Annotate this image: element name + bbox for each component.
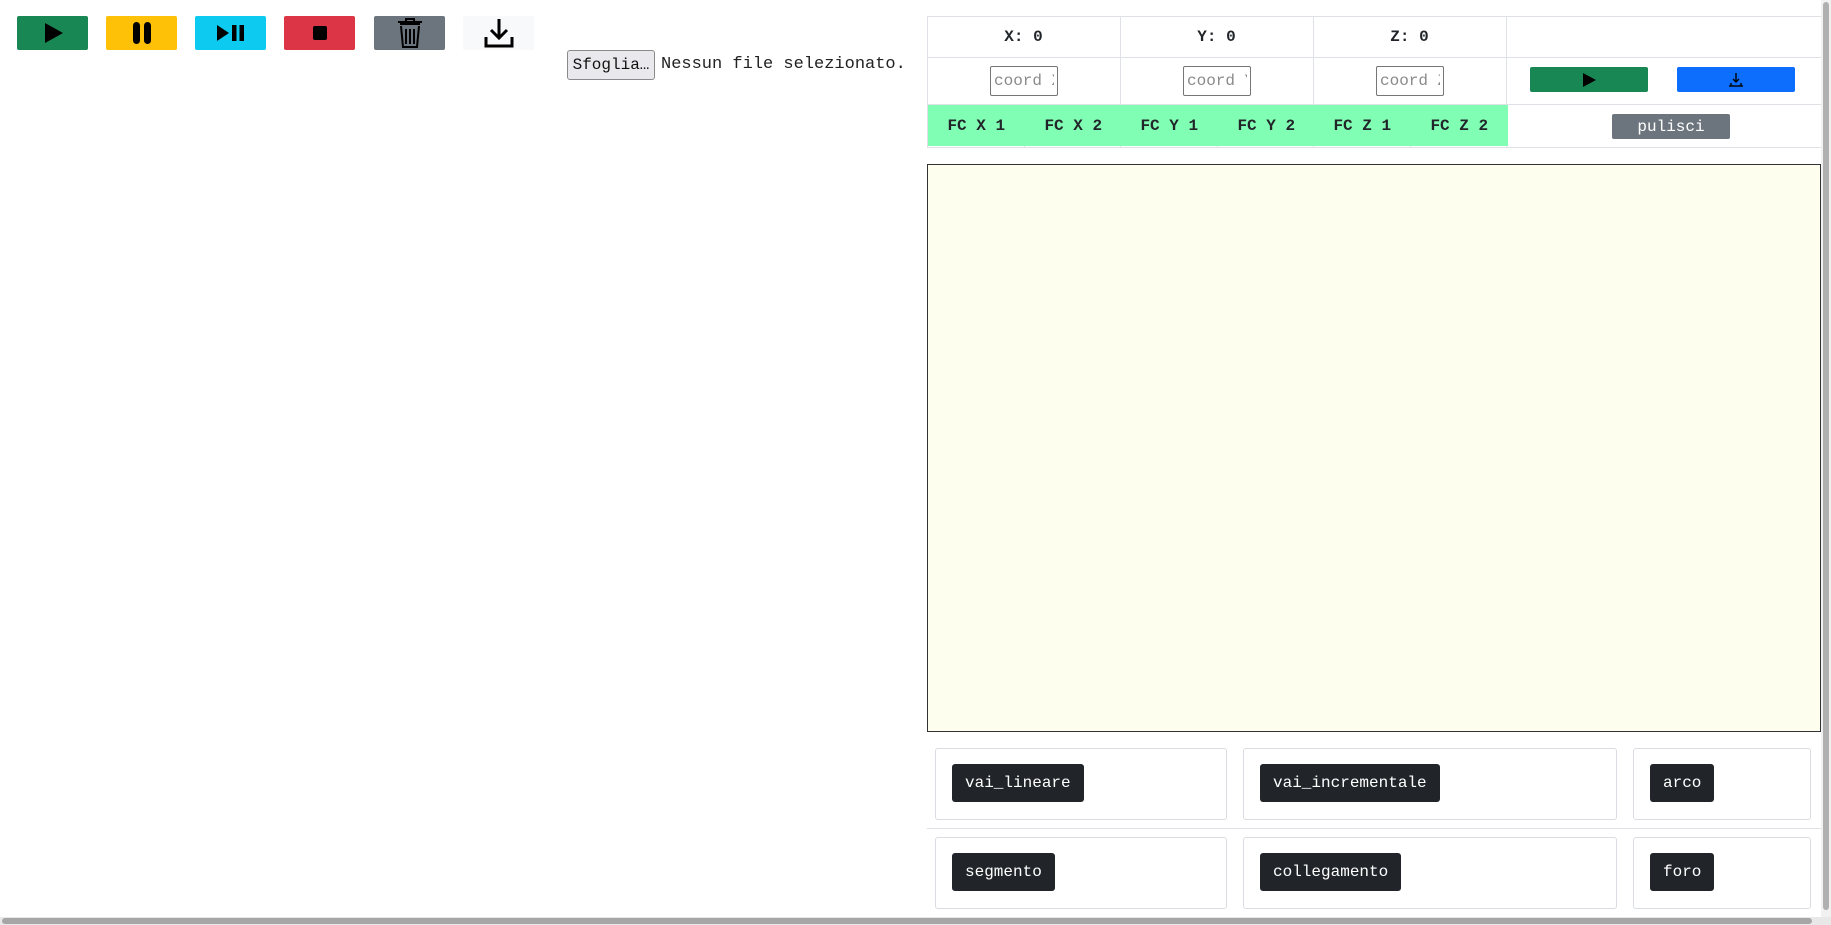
play-icon bbox=[44, 23, 63, 43]
home-icon bbox=[1729, 72, 1743, 87]
limit-switch-x1: FC X 1 bbox=[928, 105, 1025, 146]
horizontal-scrollbar-thumb[interactable] bbox=[2, 918, 1812, 924]
play-icon bbox=[1583, 72, 1596, 87]
segmento-button[interactable]: segmento bbox=[952, 853, 1055, 891]
limit-switch-y2: FC Y 2 bbox=[1218, 105, 1315, 146]
foro-button[interactable]: foro bbox=[1650, 853, 1715, 891]
trash-icon bbox=[397, 18, 422, 48]
limit-switch-y1: FC Y 1 bbox=[1121, 105, 1218, 146]
arco-button[interactable]: arco bbox=[1650, 764, 1715, 802]
coord-x-input[interactable] bbox=[990, 66, 1058, 96]
collegamento-button[interactable]: collegamento bbox=[1260, 853, 1402, 891]
stop-button[interactable] bbox=[284, 16, 355, 50]
delete-button[interactable] bbox=[374, 16, 445, 50]
coord-z-input[interactable] bbox=[1376, 66, 1444, 96]
download-button[interactable] bbox=[463, 16, 534, 50]
limit-switch-x2: FC X 2 bbox=[1025, 105, 1122, 146]
vai-lineare-button[interactable]: vai_lineare bbox=[952, 764, 1084, 802]
clear-button[interactable]: pulisci bbox=[1612, 114, 1730, 139]
limit-switch-z1: FC Z 1 bbox=[1314, 105, 1411, 146]
x-position-label: X: 0 bbox=[1004, 28, 1043, 46]
pause-button[interactable] bbox=[106, 16, 177, 50]
pause-icon bbox=[132, 22, 151, 44]
limit-switch-z2: FC Z 2 bbox=[1411, 105, 1508, 146]
download-icon bbox=[484, 19, 513, 48]
play-button[interactable] bbox=[17, 16, 88, 50]
file-status-text: Nessun file selezionato. bbox=[661, 55, 906, 74]
stop-icon bbox=[312, 26, 327, 40]
step-button[interactable] bbox=[195, 16, 266, 50]
gcode-editor[interactable] bbox=[927, 164, 1821, 732]
z-position-label: Z: 0 bbox=[1390, 28, 1429, 46]
home-button[interactable] bbox=[1677, 67, 1795, 92]
go-to-coords-button[interactable] bbox=[1530, 67, 1648, 92]
play-pause-icon bbox=[216, 25, 244, 41]
browse-file-button[interactable]: Sfoglia… bbox=[567, 50, 655, 80]
y-position-label: Y: 0 bbox=[1197, 28, 1236, 46]
vertical-scrollbar-thumb[interactable] bbox=[1823, 2, 1829, 910]
coord-y-input[interactable] bbox=[1183, 66, 1251, 96]
vai-incrementale-button[interactable]: vai_incrementale bbox=[1260, 764, 1440, 802]
